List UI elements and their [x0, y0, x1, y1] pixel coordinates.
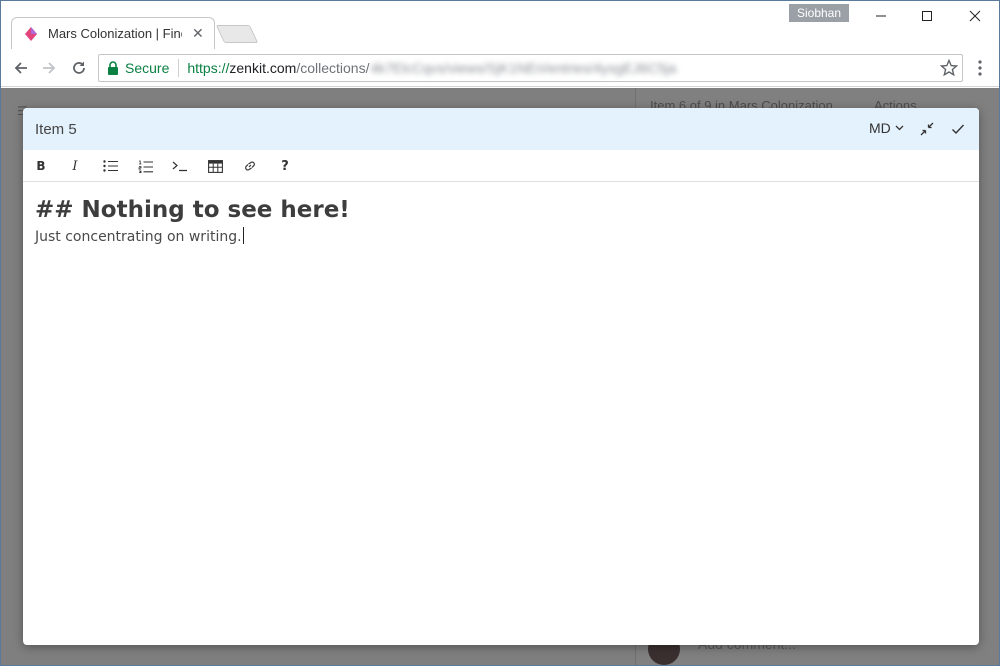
markdown-text: Just concentrating on writing.	[35, 229, 242, 245]
secure-label: Secure	[125, 60, 170, 76]
browser-toolbar: Secure https:// zenkit.com /collections/…	[1, 49, 999, 87]
link-icon	[245, 161, 255, 171]
tab-strip: Mars Colonization | Find ✕ Siobhan	[1, 1, 999, 49]
bullet-list-button[interactable]	[99, 156, 121, 176]
format-value: MD	[869, 120, 891, 136]
table-icon	[207, 159, 223, 173]
italic-button[interactable]: I	[64, 156, 86, 176]
url-scheme: https://	[187, 60, 230, 76]
numbered-list-icon	[138, 160, 153, 173]
bullet-list-icon	[102, 160, 118, 172]
browser-window: Mars Colonization | Find ✕ Siobhan Secur…	[0, 0, 1000, 666]
reload-icon	[73, 61, 85, 74]
profile-badge[interactable]: Siobhan	[789, 4, 849, 22]
tab-close-icon[interactable]: ✕	[192, 25, 204, 42]
terminal-icon	[172, 161, 187, 172]
maximize-icon	[922, 11, 932, 21]
markdown-heading-line: ## Nothing to see here!	[35, 197, 350, 223]
modal-header: Item 5 MD	[23, 108, 979, 150]
browser-tab[interactable]: Mars Colonization | Find ✕	[11, 17, 215, 49]
browser-menu-button[interactable]	[971, 58, 989, 78]
close-window-button[interactable]	[952, 1, 998, 31]
url-host: zenkit.com	[229, 60, 297, 76]
code-button[interactable]	[169, 156, 191, 176]
url-path: /collections/	[296, 60, 370, 76]
close-icon	[969, 10, 981, 22]
collapse-icon[interactable]	[919, 121, 935, 137]
markdown-editor-textarea[interactable]: ## Nothing to see here! Just concentrati…	[23, 183, 979, 645]
new-tab-button[interactable]	[215, 25, 259, 43]
url-blurred-segment: 4k7ElcCqvs/views/SjK1NEri/entries/4ysgEJ…	[370, 60, 677, 76]
zenkit-favicon-icon	[25, 26, 37, 41]
numbered-list-button[interactable]	[134, 156, 156, 176]
text-cursor	[242, 227, 244, 244]
lock-icon	[108, 61, 118, 75]
bookmark-star-icon[interactable]	[940, 59, 958, 77]
arrow-left-icon	[14, 62, 27, 74]
markdown-text-line: Just concentrating on writing.	[35, 227, 967, 247]
markdown-editor-modal: Item 5 MD B I ? ## Nothing to see here! …	[23, 108, 979, 645]
editor-toolbar: B I ?	[23, 150, 979, 182]
table-button[interactable]	[204, 156, 226, 176]
minimize-icon	[876, 15, 886, 17]
bold-button[interactable]: B	[30, 156, 52, 176]
checkmark-icon[interactable]	[950, 121, 966, 137]
forward-button[interactable]	[37, 56, 61, 80]
back-button[interactable]	[9, 56, 33, 80]
tab-title: Mars Colonization | Find	[48, 26, 182, 41]
chevron-down-icon	[895, 125, 904, 131]
more-vert-icon	[978, 60, 982, 76]
minimize-button[interactable]	[858, 1, 904, 31]
omnibox-divider	[178, 59, 180, 77]
help-button[interactable]: ?	[274, 156, 296, 176]
modal-title: Item 5	[35, 120, 77, 138]
format-dropdown[interactable]: MD	[869, 120, 904, 136]
arrow-right-icon	[43, 62, 56, 74]
maximize-button[interactable]	[904, 1, 950, 31]
link-button[interactable]	[239, 156, 261, 176]
reload-button[interactable]	[67, 56, 91, 80]
address-bar[interactable]: Secure https:// zenkit.com /collections/…	[98, 54, 963, 82]
